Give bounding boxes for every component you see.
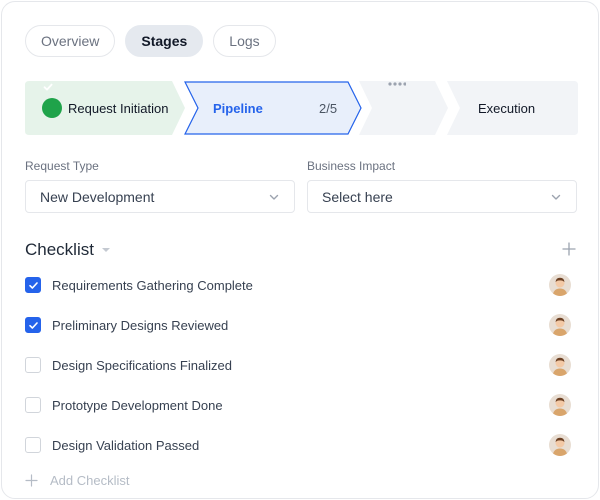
checkbox-checked[interactable] [25,277,41,293]
list-item: Design Validation Passed [25,433,575,457]
chevron-down-icon [269,194,279,200]
check-icon [28,281,38,289]
tab-logs[interactable]: Logs [213,25,276,57]
avatar[interactable] [549,354,571,376]
add-checklist-button[interactable]: Add Checklist [25,473,129,488]
stage-stepper: Request Initiation Pipeline 2/5 Executio… [25,81,578,135]
plus-icon [25,474,38,487]
avatar[interactable] [549,394,571,416]
list-item-text: Requirements Gathering Complete [52,277,253,293]
checkbox-unchecked[interactable] [25,397,41,413]
check-icon [28,321,38,329]
list-item: Prototype Development Done [25,393,575,417]
avatar[interactable] [549,314,571,336]
tab-overview[interactable]: Overview [25,25,116,57]
list-item-text: Design Validation Passed [52,437,200,453]
step-more-bg[interactable] [359,81,448,135]
business-impact-select[interactable]: Select here [307,180,577,213]
request-type-label: Request Type [25,159,99,173]
checklist-title[interactable]: Checklist [25,240,111,260]
business-impact-label: Business Impact [307,159,396,173]
list-item-text: Prototype Development Done [52,397,223,413]
avatar[interactable] [549,434,571,456]
tab-stages[interactable]: Stages [125,25,204,57]
avatar[interactable] [549,274,571,296]
list-item-text: Design Specifications Finalized [52,357,232,373]
chevron-down-icon [551,194,561,200]
list-item: Preliminary Designs Reviewed [25,313,575,337]
list-item-text: Preliminary Designs Reviewed [52,317,229,333]
list-item: Requirements Gathering Complete [25,273,575,297]
step-pipeline-count: 2/5 [319,100,338,116]
step-request-initiation: Request Initiation [42,81,168,135]
list-item: Design Specifications Finalized [25,353,575,377]
step-request-initiation-label: Request Initiation [68,100,169,116]
step-execution-label: Execution [478,100,536,116]
checkbox-unchecked[interactable] [25,437,41,453]
caret-down-icon[interactable] [101,247,111,253]
checkbox-checked[interactable] [25,317,41,333]
add-checklist-label: Add Checklist [50,473,130,488]
check-icon [42,83,62,118]
checklist-title-text: Checklist [25,240,94,259]
request-type-select[interactable]: New Development [25,180,295,213]
tab-bar: Overview Stages Logs [25,25,276,57]
step-pipeline-label: Pipeline [213,100,263,116]
add-checklist-plus-icon[interactable] [562,242,576,256]
request-type-value: New Development [40,188,155,205]
stages-card: Overview Stages Logs Request Initiation … [1,1,599,499]
checkbox-unchecked[interactable] [25,357,41,373]
business-impact-placeholder: Select here [322,188,393,205]
